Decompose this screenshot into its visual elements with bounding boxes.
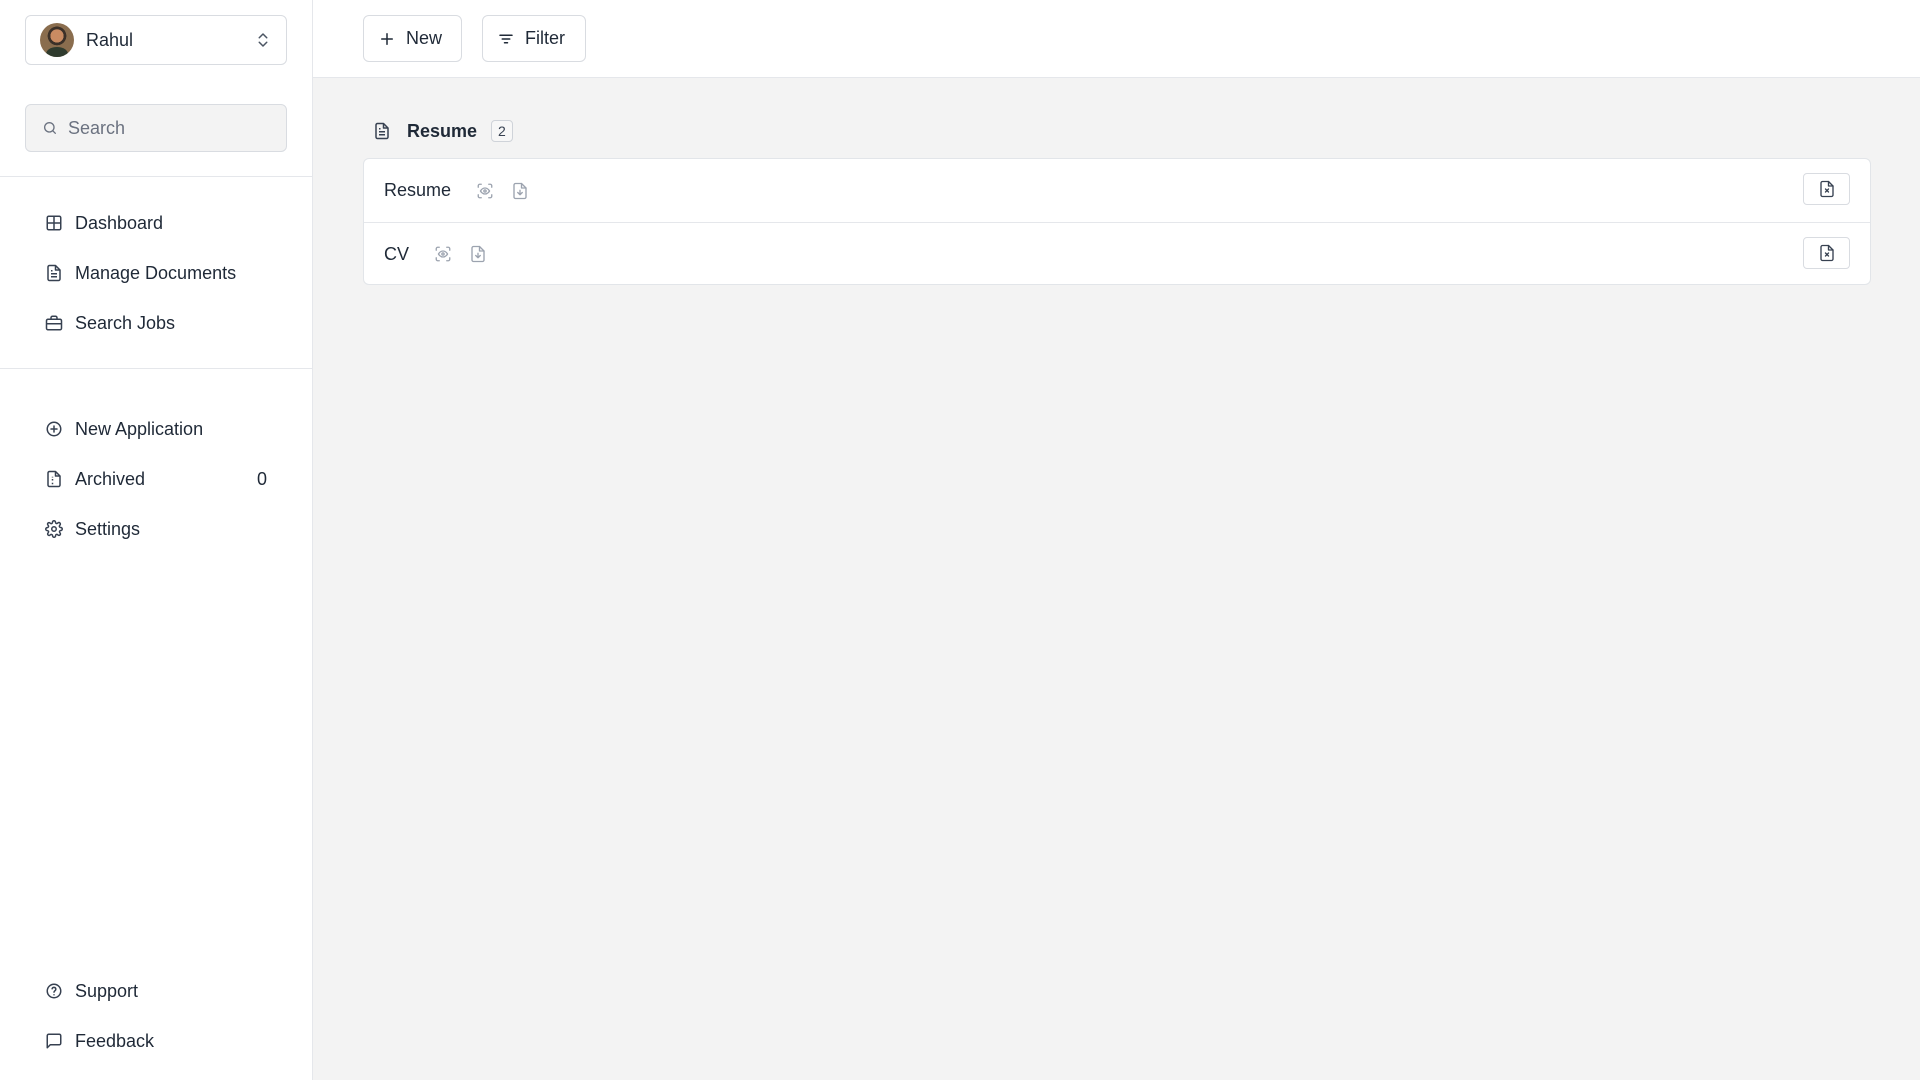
filter-button[interactable]: Filter [482, 15, 586, 62]
gear-icon [45, 520, 63, 538]
user-name: Rahul [86, 29, 134, 50]
chevrons-up-down-icon [258, 33, 268, 47]
secondary-nav: New Application Archived 0 Settings [0, 404, 312, 554]
list-item[interactable]: Resume [364, 159, 1870, 222]
archived-count: 0 [256, 468, 267, 489]
delete-document-button[interactable] [1803, 237, 1850, 269]
document-icon [47, 264, 61, 282]
new-button-label: New [406, 28, 443, 48]
main-content: New Filter Resume 2 Resume CV [313, 0, 1920, 1080]
help-circle-icon [46, 983, 62, 999]
briefcase-icon [45, 315, 63, 331]
delete-document-button[interactable] [1803, 173, 1850, 205]
sidebar-divider [0, 368, 312, 369]
search-field[interactable] [25, 104, 287, 152]
sidebar-item-label: Archived [75, 468, 146, 489]
sidebar-item-search-jobs[interactable]: Search Jobs [0, 298, 312, 348]
sidebar-divider [0, 176, 312, 177]
sidebar-item-settings[interactable]: Settings [0, 504, 312, 554]
plus-circle-icon [46, 421, 62, 437]
group-count-badge: 2 [491, 120, 513, 142]
sidebar-item-label: Dashboard [75, 212, 164, 233]
search-input[interactable] [68, 117, 270, 139]
footer-nav: Support Feedback [0, 966, 312, 1066]
sidebar-item-label: Feedback [75, 1030, 155, 1051]
document-group-header: Resume 2 [373, 118, 513, 144]
sidebar-item-support[interactable]: Support [0, 966, 312, 1016]
sidebar-item-label: Settings [75, 518, 141, 539]
sidebar-item-label: Manage Documents [75, 262, 237, 283]
preview-icon[interactable] [434, 245, 452, 263]
sidebar-item-manage-documents[interactable]: Manage Documents [0, 248, 312, 298]
grid-icon [46, 215, 62, 231]
document-name: Resume [384, 180, 452, 200]
sidebar-item-new-application[interactable]: New Application [0, 404, 312, 454]
list-item[interactable]: CV [364, 222, 1870, 284]
sidebar-item-label: New Application [75, 418, 204, 439]
file-download-icon[interactable] [469, 245, 487, 263]
file-x-icon [1819, 244, 1834, 262]
group-title: Resume [407, 120, 478, 141]
sidebar-item-label: Support [75, 980, 139, 1001]
filter-lines-icon [499, 34, 513, 43]
search-icon [44, 122, 56, 134]
primary-nav: Dashboard Manage Documents Search Jobs [0, 198, 312, 348]
new-button[interactable]: New [363, 15, 462, 62]
sidebar-item-archived[interactable]: Archived 0 [0, 454, 312, 504]
sidebar-item-dashboard[interactable]: Dashboard [0, 198, 312, 248]
file-download-icon[interactable] [511, 182, 529, 200]
sidebar-item-feedback[interactable]: Feedback [0, 1016, 312, 1066]
sidebar-item-label: Search Jobs [75, 312, 176, 333]
toolbar: New Filter [313, 0, 1920, 78]
document-icon [375, 122, 389, 140]
message-square-icon [46, 1033, 62, 1049]
user-switcher[interactable]: Rahul [25, 15, 287, 65]
filter-button-label: Filter [525, 28, 565, 48]
document-list: Resume CV [363, 158, 1871, 285]
archive-file-icon [47, 470, 61, 488]
document-name: CV [384, 243, 410, 264]
file-x-icon [1819, 180, 1834, 198]
plus-icon [381, 32, 393, 45]
avatar [40, 23, 74, 57]
preview-icon[interactable] [476, 182, 494, 200]
sidebar: Rahul Dashboard Manage Documents Search … [0, 0, 313, 1080]
